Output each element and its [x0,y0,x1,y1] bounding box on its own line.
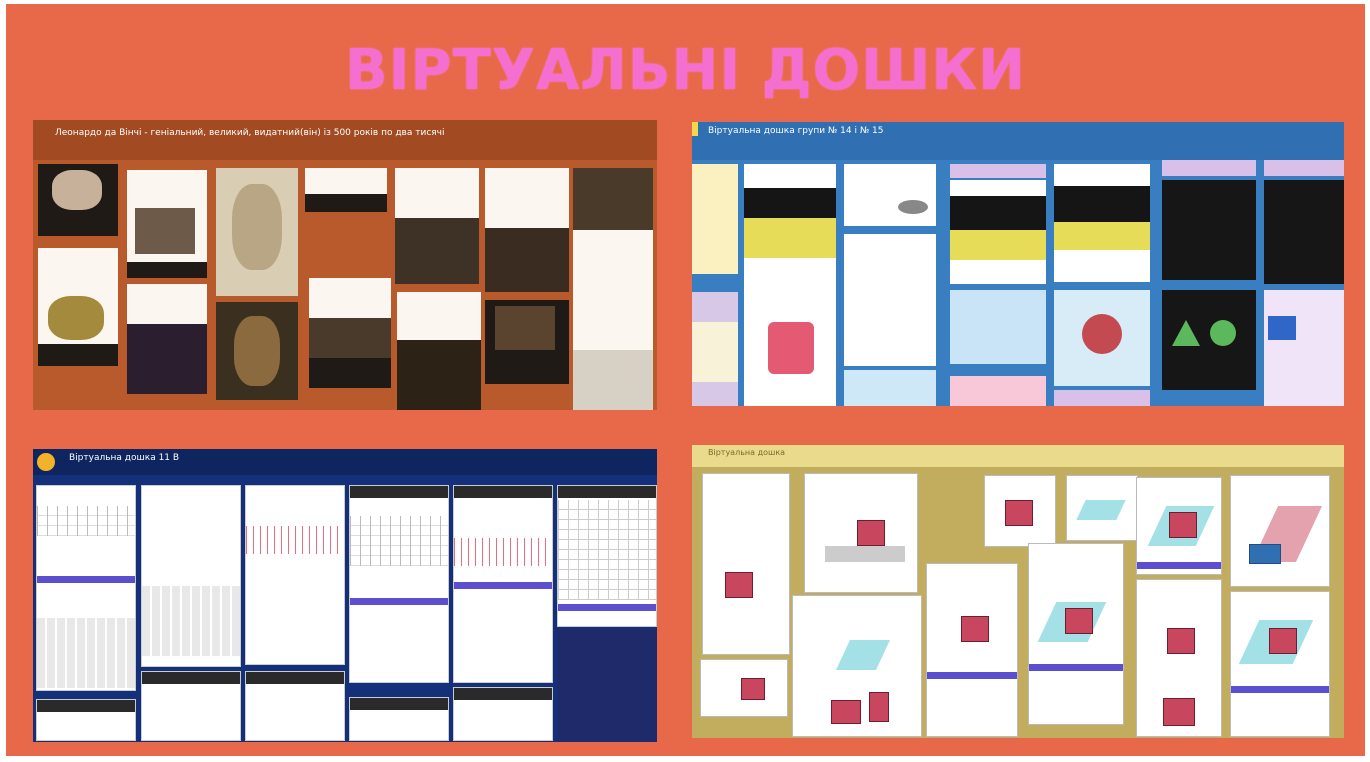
board-card[interactable] [216,168,298,296]
board-card[interactable] [950,180,1046,284]
board-card[interactable] [1054,164,1150,282]
board-card[interactable] [950,290,1046,364]
board-card[interactable] [557,485,657,627]
slide-title: ВІРТУАЛЬНІ ДОШКИ [345,38,1026,103]
board-card[interactable] [453,485,553,683]
board-card[interactable] [216,302,298,400]
board-card[interactable] [305,168,387,212]
leonardo-board[interactable]: Леонардо да Вінчі - геніальний, великий,… [33,120,657,410]
board-card[interactable] [692,164,738,274]
board-logo [37,453,55,471]
cubes-board[interactable]: Віртуальна дошка [692,445,1344,738]
board-column-header [1162,160,1256,176]
board-card[interactable] [792,595,922,737]
sphere-image [1082,314,1122,354]
board-card[interactable] [453,687,553,741]
board-card[interactable] [1162,290,1256,390]
board-card[interactable] [485,168,569,292]
board-header: Віртуальна дошка групи № 14 і № 15 [692,122,1344,160]
board-card[interactable] [844,234,936,366]
board-card[interactable] [245,485,345,665]
board-card[interactable] [804,473,918,593]
board-card[interactable] [926,563,1018,737]
board-card[interactable] [702,473,790,655]
portrait-image [52,170,102,210]
cylinder-image [768,322,814,374]
board-card[interactable] [1264,180,1344,284]
board-card[interactable] [573,168,653,410]
self-portrait-image [232,184,282,270]
board-card[interactable] [700,659,788,717]
board-header: Віртуальна дошка 11 В [33,449,657,475]
board-card[interactable] [395,168,479,284]
board-card[interactable] [950,376,1046,406]
board-card[interactable] [557,629,657,741]
board-card[interactable] [245,671,345,741]
board-card[interactable] [1028,543,1124,725]
board-card[interactable] [38,248,118,366]
board-card[interactable] [1264,290,1344,406]
board-card[interactable] [1136,477,1222,575]
board-card[interactable] [1136,579,1222,737]
board-column-header [950,164,1046,178]
board-card[interactable] [397,292,481,410]
geometry-board[interactable]: Віртуальна дошка групи № 14 і № 15 [692,122,1344,406]
mona-lisa-image [234,316,280,386]
board-card[interactable] [1230,475,1330,587]
board-card[interactable] [692,292,738,406]
invention-image [48,296,104,340]
board-card[interactable] [1230,591,1330,737]
board-card[interactable] [141,671,241,741]
board-card[interactable] [844,164,936,226]
board-card[interactable] [1054,390,1150,406]
slide: ВІРТУАЛЬНІ ДОШКИ Леонардо да Вінчі - ген… [6,4,1365,756]
board-card[interactable] [127,284,207,394]
board-card[interactable] [1066,475,1138,541]
board-card[interactable] [844,370,936,406]
board-header: Леонардо да Вінчі - геніальний, великий,… [33,120,657,160]
board-card[interactable] [1054,290,1150,386]
board-card[interactable] [38,164,118,236]
cone-image [1172,320,1200,346]
board-card[interactable] [309,278,391,388]
board-card[interactable] [141,485,241,667]
board-card[interactable] [1162,180,1256,280]
board-card[interactable] [36,699,136,741]
board-header: Віртуальна дошка [692,445,1344,467]
board-card[interactable] [485,300,569,384]
board-column-header [1264,160,1344,176]
board-logo [692,122,698,136]
board-card[interactable] [36,485,136,691]
graphs-board[interactable]: Віртуальна дошка 11 В [33,449,657,742]
board-card[interactable] [349,697,449,741]
board-card[interactable] [984,475,1056,547]
board-card[interactable] [744,282,836,406]
board-card[interactable] [127,170,207,278]
board-card[interactable] [349,485,449,683]
board-card[interactable] [744,164,836,282]
